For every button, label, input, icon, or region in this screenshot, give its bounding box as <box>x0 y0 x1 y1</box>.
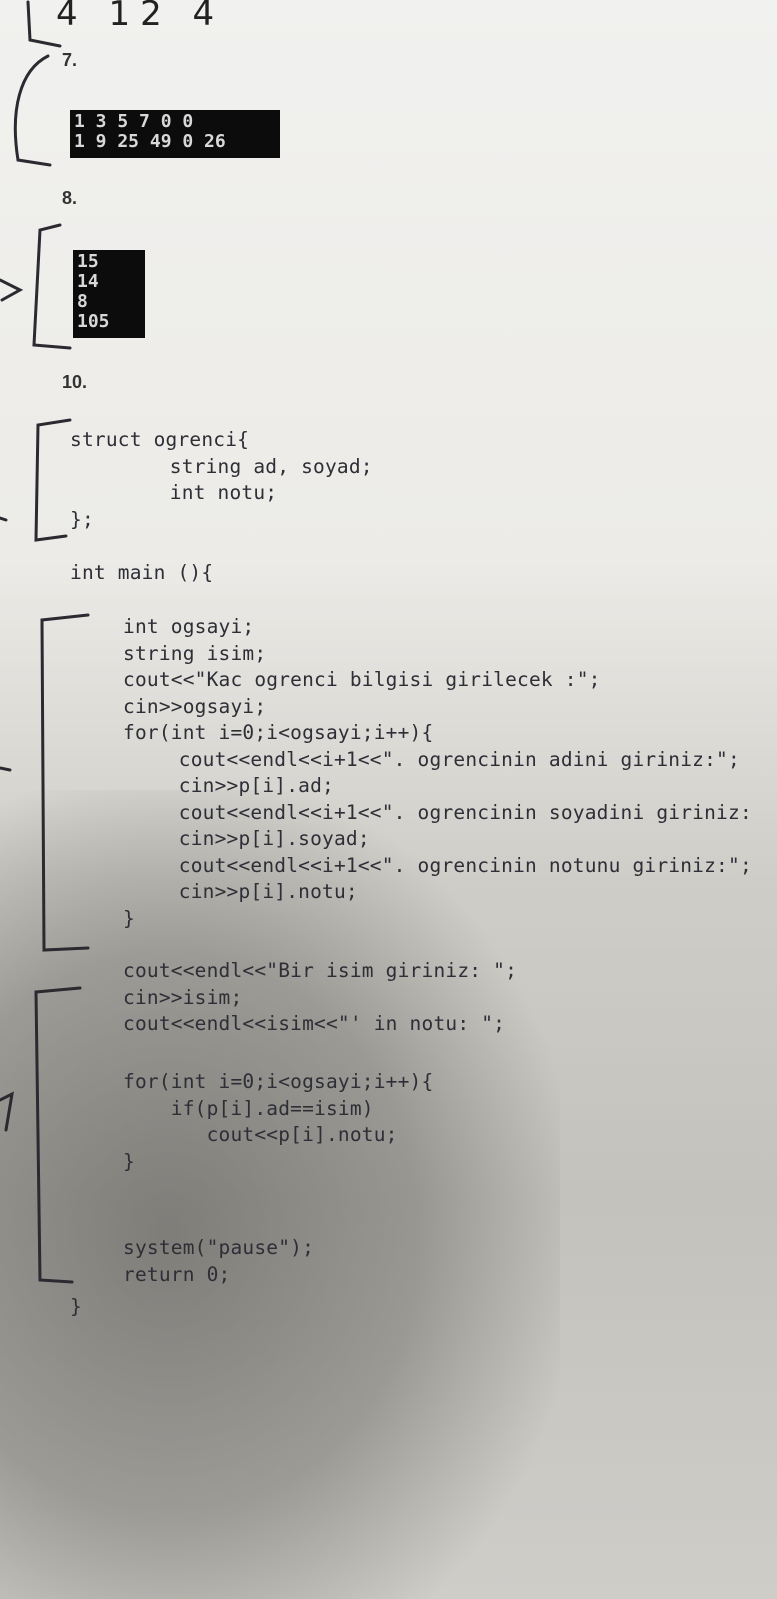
code-line: cin>>isim; <box>123 985 243 1009</box>
code-line: string ad, soyad; <box>122 454 373 478</box>
code-line: int notu; <box>122 481 278 504</box>
code-block-name-query: cout<<endl<<"Bir isim giriniz: "; cin>>is… <box>123 958 517 1038</box>
code-line: system("pause"); <box>123 1236 315 1259</box>
code-line: cin>>p[i].notu; <box>131 880 358 903</box>
code-line: cout<<endl<<i+1<<". ogrencinin notunu gi… <box>131 853 752 877</box>
code-line: struct ogrenci{ <box>70 428 250 451</box>
code-line: cout<<endl<<isim<<"' in notu: "; <box>123 1012 506 1035</box>
code-line: cin>>p[i].soyad; <box>131 827 370 850</box>
code-line: string isim; <box>123 641 267 665</box>
code-line: cout<<"Kac ogrenci bilgisi girilecek :"; <box>123 668 601 691</box>
code-block-search-loop: for(int i=0;i<ogsayi;i++){ if(p[i].ad==i… <box>123 1069 433 1175</box>
code-line: } <box>123 906 135 930</box>
code-line: cout<<endl<<i+1<<". ogrencinin soyadini … <box>131 800 752 824</box>
code-line: return 0; <box>123 1262 231 1286</box>
main-signature: int main (){ <box>70 561 214 584</box>
code-line: cin>>p[i].ad; <box>131 774 334 797</box>
code-line: cout<<endl<<i+1<<". ogrencinin adini gir… <box>131 747 740 771</box>
main-closing-brace: } <box>70 1295 82 1318</box>
code-line: }; <box>70 507 94 531</box>
struct-definition: struct ogrenci{ string ad, soyad; int no… <box>70 427 373 533</box>
code-line: cout<<endl<<"Bir isim giriniz: "; <box>123 959 518 982</box>
code-line: int ogsayi; <box>123 615 255 638</box>
code-line: cout<<p[i].notu; <box>123 1123 398 1146</box>
code-line: for(int i=0;i<ogsayi;i++){ <box>123 721 434 744</box>
code-line: for(int i=0;i<ogsayi;i++){ <box>123 1070 434 1093</box>
code-line: cin>>ogsayi; <box>123 694 267 718</box>
code-block-input-loop: int ogsayi; string isim; cout<<"Kac ogrenc… <box>123 614 752 932</box>
code-line: if(p[i].ad==isim) <box>123 1096 374 1120</box>
code-block-end: system("pause"); return 0; <box>123 1235 314 1288</box>
code-line: } <box>123 1149 135 1173</box>
